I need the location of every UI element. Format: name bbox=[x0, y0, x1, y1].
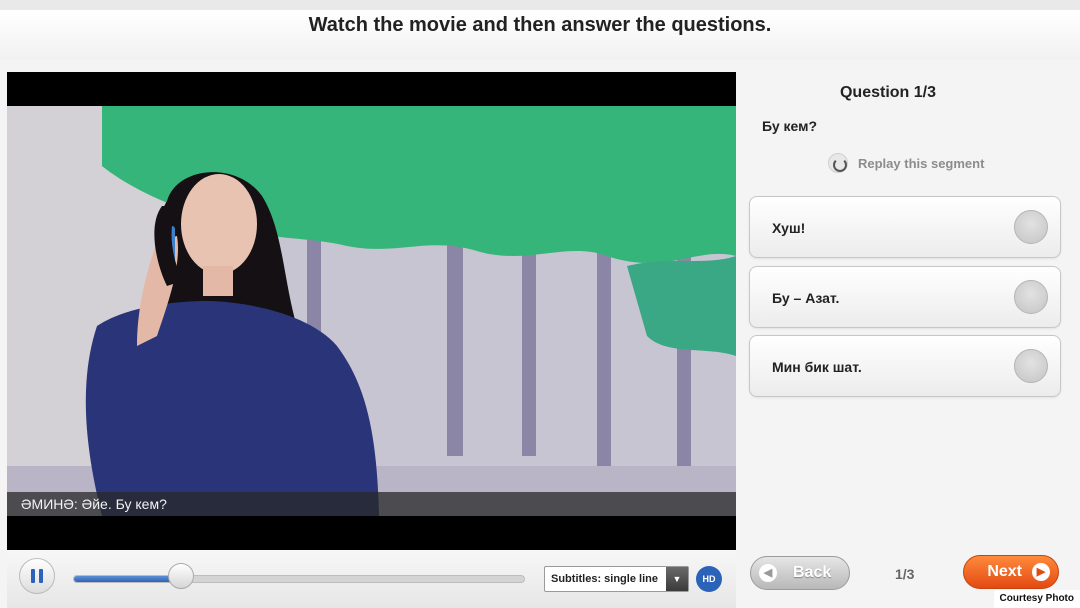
seek-handle[interactable] bbox=[168, 563, 194, 589]
pause-icon bbox=[31, 569, 35, 583]
video-scene-illustration bbox=[7, 106, 736, 516]
courtesy-credit: Courtesy Photo bbox=[993, 590, 1080, 608]
pause-icon-bar bbox=[39, 569, 43, 583]
answer-label: Хуш! bbox=[772, 220, 806, 236]
next-button[interactable]: Next ▶ bbox=[963, 555, 1059, 589]
answer-option-2[interactable]: Бу – Азат. bbox=[749, 266, 1061, 328]
radio-button[interactable] bbox=[1014, 349, 1048, 383]
player-controls: Subtitles: single line ▼ HD bbox=[7, 550, 736, 608]
next-label: Next bbox=[987, 563, 1022, 580]
chevron-down-icon[interactable]: ▼ bbox=[666, 567, 688, 591]
radio-button[interactable] bbox=[1014, 280, 1048, 314]
chevron-right-icon: ▶ bbox=[1032, 563, 1050, 581]
header: Watch the movie and then answer the ques… bbox=[0, 10, 1080, 60]
video-player[interactable]: ӘМИНӘ: Әйе. Бу кем? bbox=[7, 72, 736, 550]
subtitle-caption: ӘМИНӘ: Әйе. Бу кем? bbox=[7, 492, 736, 516]
pause-button[interactable] bbox=[19, 558, 55, 594]
question-heading: Question 1/3 bbox=[839, 84, 937, 101]
chevron-left-icon: ◀ bbox=[759, 564, 777, 582]
answer-option-1[interactable]: Хуш! bbox=[749, 196, 1061, 258]
hd-button[interactable]: HD bbox=[696, 566, 722, 592]
subtitles-select-value: Subtitles: single line bbox=[551, 573, 658, 585]
answer-option-3[interactable]: Мин бик шат. bbox=[749, 335, 1061, 397]
page-counter: 1/3 bbox=[895, 566, 915, 582]
seek-progress bbox=[74, 576, 182, 582]
question-text: Бу кем? bbox=[762, 118, 818, 134]
answer-label: Мин бик шат. bbox=[772, 359, 862, 375]
radio-button[interactable] bbox=[1014, 210, 1048, 244]
top-strip bbox=[0, 0, 1080, 10]
stage: ӘМИНӘ: Әйе. Бу кем? Subtitles: single li… bbox=[0, 60, 1080, 608]
question-panel: Question 1/3 Бу кем? Replay this segment… bbox=[748, 72, 1062, 550]
seek-bar[interactable] bbox=[73, 575, 525, 583]
answer-label: Бу – Азат. bbox=[772, 290, 840, 306]
replay-icon bbox=[828, 153, 848, 173]
subtitles-select[interactable]: Subtitles: single line ▼ bbox=[544, 566, 689, 592]
replay-segment-button[interactable]: Replay this segment bbox=[828, 153, 984, 173]
video-frame-image[interactable] bbox=[7, 106, 736, 516]
page-title: Watch the movie and then answer the ques… bbox=[308, 14, 772, 36]
back-label: Back bbox=[793, 564, 832, 581]
replay-label: Replay this segment bbox=[858, 155, 985, 171]
back-button[interactable]: ◀ Back bbox=[750, 556, 850, 590]
